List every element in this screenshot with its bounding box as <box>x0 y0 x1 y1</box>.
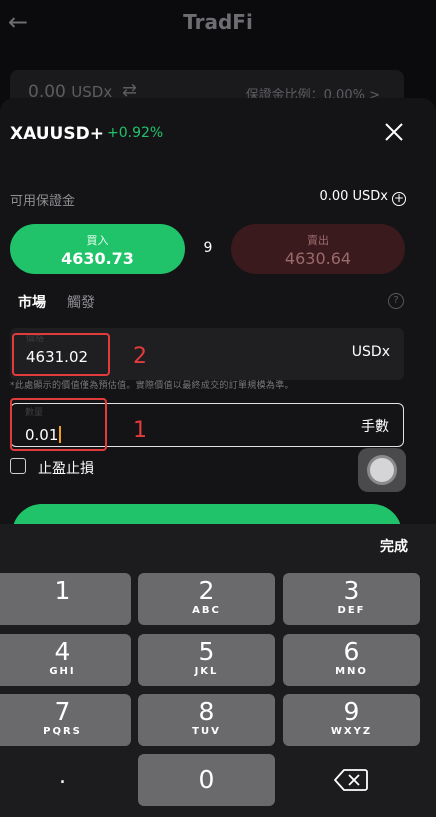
available-margin-value: 0.00 USDx + <box>319 189 406 206</box>
tab-market[interactable]: 市場 <box>18 292 46 312</box>
price-estimate-note: *此處顯示的價值僅為預估值。實際價值以最終成交的訂單規模為準。 <box>10 381 294 391</box>
buy-label: 買入 <box>86 234 109 247</box>
buy-button[interactable]: 買入 4630.73 <box>10 224 185 274</box>
buy-price: 4630.73 <box>61 249 134 268</box>
key-2[interactable]: 2 ABC <box>138 573 275 625</box>
key-6[interactable]: 6 MNO <box>283 634 420 686</box>
done-button[interactable]: 完成 <box>380 536 408 556</box>
available-margin-label: 可用保證金 <box>10 194 76 209</box>
sell-label: 賣出 <box>307 234 329 247</box>
price-change: +0.92% <box>107 125 164 141</box>
page-title: TradFi <box>183 10 253 34</box>
key-decimal[interactable]: . <box>0 754 131 806</box>
annotation-box-price <box>12 333 110 376</box>
symbol-name: XAUUSD+ <box>10 124 104 144</box>
annotation-number-1: 1 <box>133 418 147 443</box>
assistive-touch-icon <box>367 455 397 485</box>
backspace-key[interactable] <box>283 754 420 806</box>
key-0[interactable]: 0 <box>138 754 275 806</box>
key-3[interactable]: 3 DEF <box>283 573 420 625</box>
key-5[interactable]: 5 JKL <box>138 634 275 686</box>
key-8[interactable]: 8 TUV <box>138 694 275 746</box>
backspace-icon <box>334 769 368 791</box>
keyboard-toolbar: 完成 <box>0 524 436 566</box>
tpsl-label[interactable]: 止盈止損 <box>38 458 94 478</box>
sell-button[interactable]: 賣出 4630.64 <box>231 224 405 274</box>
key-7[interactable]: 7 PQRS <box>0 694 131 746</box>
spread-value: 9 <box>203 240 213 256</box>
key-9[interactable]: 9 WXYZ <box>283 694 420 746</box>
tab-trigger[interactable]: 觸發 <box>67 292 95 312</box>
plus-circle-icon[interactable]: + <box>392 192 406 206</box>
numeric-keypad: 1 2 ABC 3 DEF 4 GHI 5 JKL 6 MNO 7 PQRS 8 TUV 9W… <box>0 566 436 817</box>
close-icon[interactable] <box>382 120 406 144</box>
annotation-number-2: 2 <box>133 344 147 369</box>
order-sheet: XAUUSD+ +0.92% 可用保證金 0.00 USDx + 買入 4630.… <box>0 98 436 548</box>
key-1[interactable]: 1 <box>0 573 131 625</box>
tpsl-checkbox[interactable] <box>10 458 26 474</box>
assistive-touch-button[interactable] <box>358 448 406 492</box>
annotation-box-quantity <box>10 398 107 451</box>
price-unit: USDx <box>351 344 390 360</box>
help-icon[interactable]: ? <box>388 293 404 309</box>
key-4[interactable]: 4 GHI <box>0 634 131 686</box>
background-header: ← TradFi <box>0 0 436 60</box>
sell-price: 4630.64 <box>284 249 352 268</box>
quantity-unit: 手數 <box>361 419 389 435</box>
